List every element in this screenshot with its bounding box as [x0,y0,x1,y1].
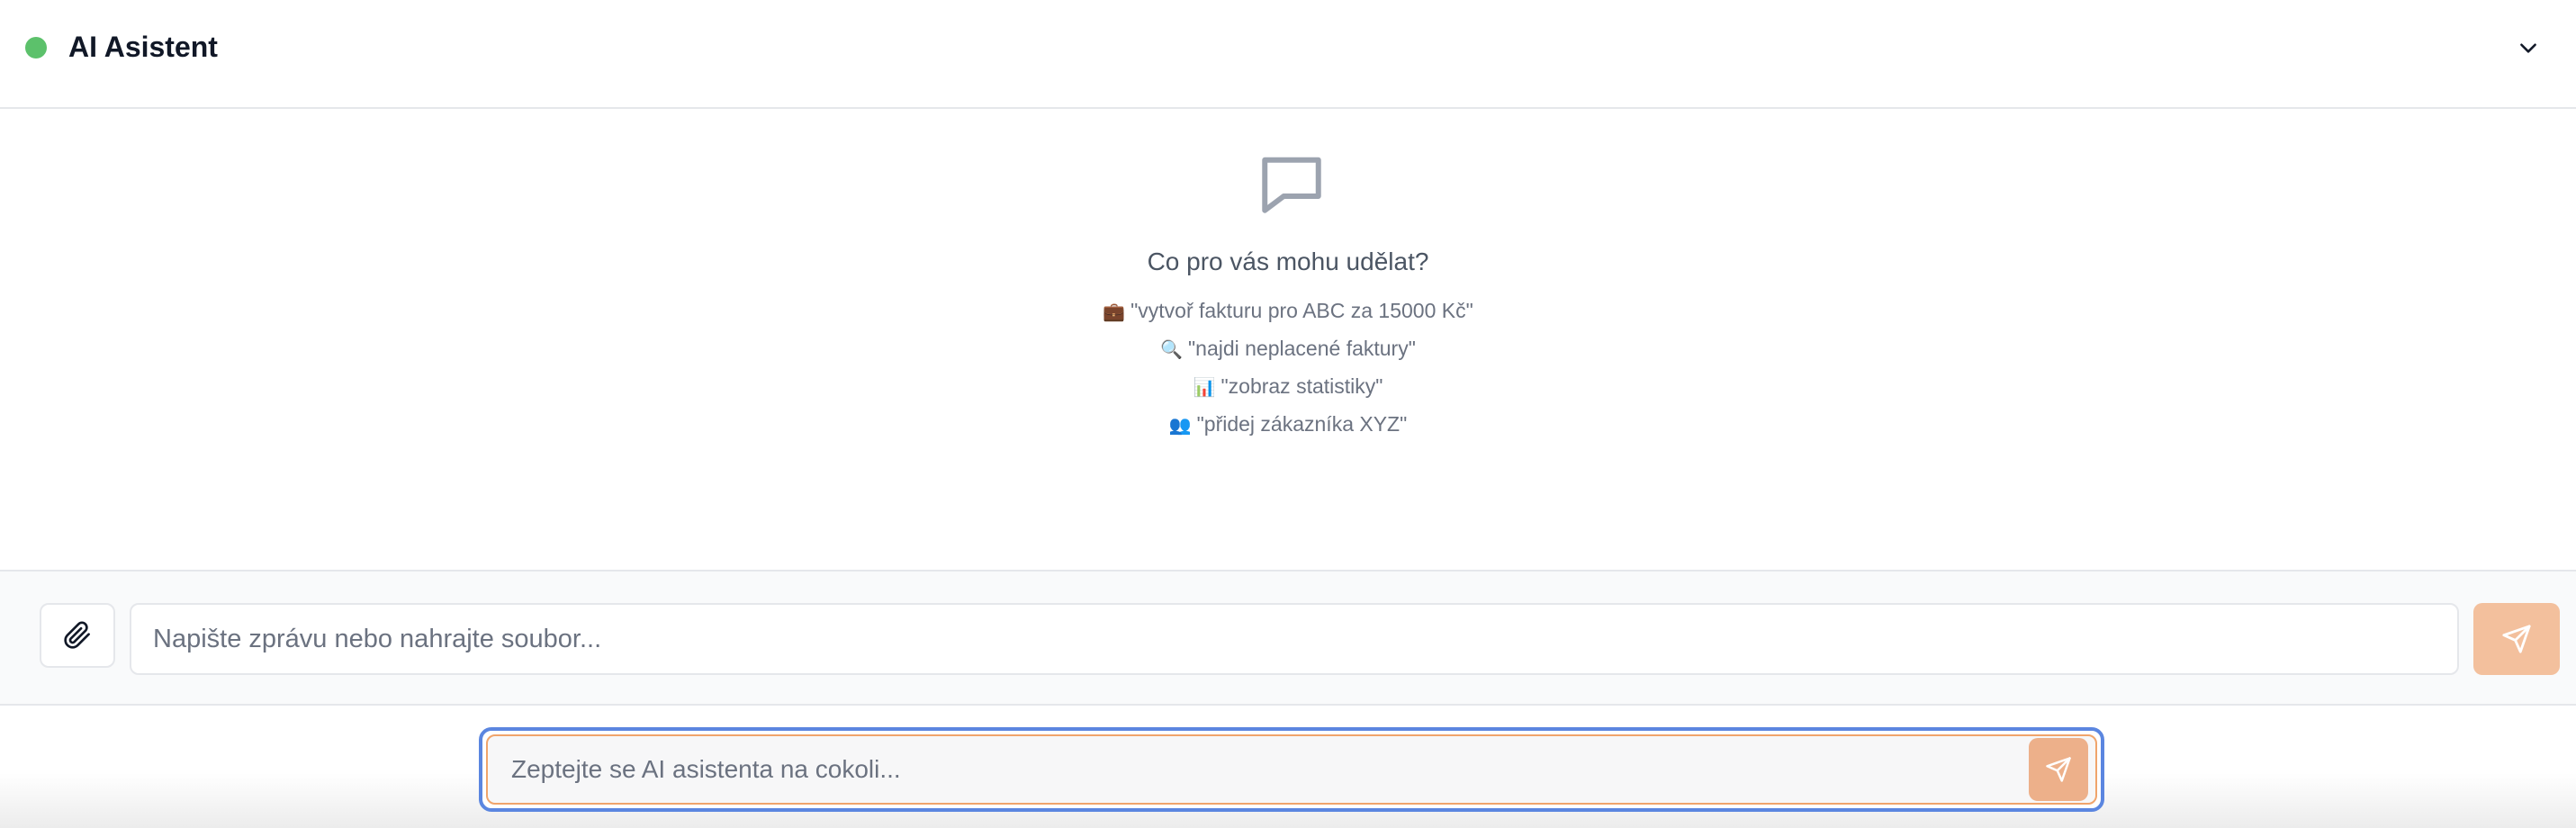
users-icon: 👥 [1168,416,1192,436]
chevron-down-icon [2520,43,2536,53]
ai-assistant-panel: AI Asistent Co pro vás mohu udělat? 💼 "vy… [0,0,2576,828]
ask-ai-focus-ring [479,727,2104,812]
chat-bubble-icon [1262,157,1321,213]
example-prompt-invoice: 💼 "vytvoř fakturu pro ABC za 15000 Kč" [0,292,2576,330]
send-message-button[interactable] [2473,603,2560,675]
collapse-button[interactable] [2509,29,2547,67]
assistant-header: AI Asistent [0,0,2576,109]
assistant-title: AI Asistent [68,31,218,63]
send-icon [2046,757,2071,782]
example-prompt-text: "přidej zákazníka XYZ" [1196,412,1408,436]
example-prompt-text: "vytvoř fakturu pro ABC za 15000 Kč" [1130,299,1473,322]
paperclip-icon [64,621,90,649]
example-prompt-customer: 👥 "přidej zákazníka XYZ" [0,406,2576,444]
example-prompts-list: 💼 "vytvoř fakturu pro ABC za 15000 Kč" 🔍 "… [0,292,2576,444]
online-status-dot [25,37,47,58]
example-prompt-unpaid: 🔍 "najdi neplacené faktury" [0,330,2576,368]
ask-ai-send-button[interactable] [2029,738,2088,801]
example-prompt-stats: 📊 "zobraz statistiky" [0,368,2576,406]
magnifier-icon: 🔍 [1160,340,1183,360]
example-prompt-text: "zobraz statistiky" [1220,374,1383,398]
bar-chart-icon: 📊 [1193,378,1216,398]
empty-state-heading: Co pro vás mohu udělat? [1147,248,1429,275]
ask-ai-area [0,706,2576,828]
message-input[interactable] [130,603,2459,675]
send-icon [2502,625,2531,653]
ask-ai-input[interactable] [486,734,2097,805]
briefcase-icon: 💼 [1103,302,1126,322]
message-composer [0,570,2576,706]
attach-file-button[interactable] [40,603,115,668]
empty-state: Co pro vás mohu udělat? 💼 "vytvoř fakturu… [0,109,2576,570]
example-prompt-text: "najdi neplacené faktury" [1188,337,1416,360]
